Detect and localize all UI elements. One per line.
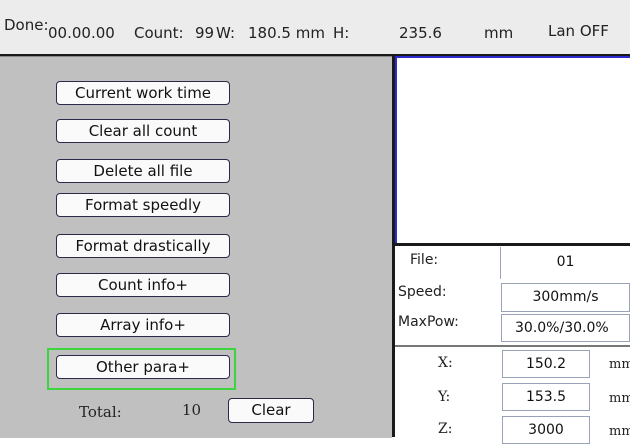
array-info-button[interactable]: Array info+ [56,313,230,337]
width-label: W: [216,24,236,42]
height-value: 235.6 [399,24,442,42]
count-value: 99 [195,24,215,42]
width-value: 180.5 mm [248,24,325,42]
speed-value: 300mm/s [501,283,630,312]
total-label: Total: [79,403,122,421]
x-label: X: [438,355,453,371]
count-label: Count: [134,24,184,42]
format-drastically-button[interactable]: Format drastically [56,234,230,258]
unit-label: mm [484,24,514,42]
y-unit: mm [609,391,630,406]
format-speedly-button[interactable]: Format speedly [56,193,230,217]
delete-all-file-button[interactable]: Delete all file [56,159,230,183]
z-label: Z: [438,421,453,437]
height-label: H: [333,24,350,42]
count-info-button[interactable]: Count info+ [56,273,230,297]
info-separator [395,345,630,347]
y-label: Y: [438,389,451,405]
x-value: 150.2 [502,350,590,378]
lan-status: Lan OFF [548,22,609,40]
speed-label: Speed: [398,284,447,300]
z-value: 3000 [502,416,590,444]
done-value: 00.00.00 [48,24,115,42]
total-value: 10 [182,401,202,419]
status-bar: Done: 00.00.00 Count: 99 W: 180.5 mm H: … [0,0,630,56]
file-value: 01 [500,247,630,279]
clear-button[interactable]: Clear [228,398,314,423]
file-label: File: [410,252,439,268]
preview-area [395,56,630,243]
other-para-button[interactable]: Other para+ [56,355,230,379]
done-label: Done: [4,16,49,34]
maxpow-value: 30.0%/30.0% [501,314,630,342]
y-value: 153.5 [502,383,590,411]
maxpow-label: MaxPow: [398,314,459,330]
current-work-time-button[interactable]: Current work time [56,81,230,105]
clear-all-count-button[interactable]: Clear all count [56,119,230,143]
x-unit: mm [609,357,630,372]
